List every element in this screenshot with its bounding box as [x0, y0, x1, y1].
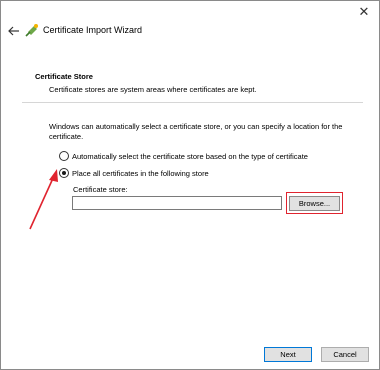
- certificate-import-wizard-window: ✕ Certificate Import Wizard Certificate …: [0, 0, 380, 370]
- back-button[interactable]: [7, 24, 21, 38]
- certificate-store-input[interactable]: [72, 196, 282, 210]
- back-arrow-icon: [7, 24, 21, 38]
- section-title: Certificate Store: [35, 72, 93, 81]
- place-in-store-label: Place all certificates in the following …: [72, 169, 209, 178]
- cancel-button[interactable]: Cancel: [321, 347, 369, 362]
- certificate-wizard-icon: [25, 23, 39, 38]
- auto-select-store-option[interactable]: Automatically select the certificate sto…: [59, 151, 308, 161]
- browse-button[interactable]: Browse...: [289, 196, 340, 211]
- place-in-store-option[interactable]: Place all certificates in the following …: [59, 168, 209, 178]
- certificate-store-label: Certificate store:: [73, 185, 128, 194]
- auto-select-label: Automatically select the certificate sto…: [72, 152, 308, 161]
- next-button[interactable]: Next: [264, 347, 312, 362]
- place-in-store-radio[interactable]: [59, 168, 69, 178]
- wizard-title: Certificate Import Wizard: [43, 25, 142, 35]
- intro-text: Windows can automatically select a certi…: [49, 122, 349, 142]
- auto-select-radio[interactable]: [59, 151, 69, 161]
- close-icon: ✕: [359, 4, 370, 19]
- section-description: Certificate stores are system areas wher…: [49, 85, 257, 94]
- header-divider: [22, 102, 363, 103]
- close-button[interactable]: ✕: [353, 3, 375, 21]
